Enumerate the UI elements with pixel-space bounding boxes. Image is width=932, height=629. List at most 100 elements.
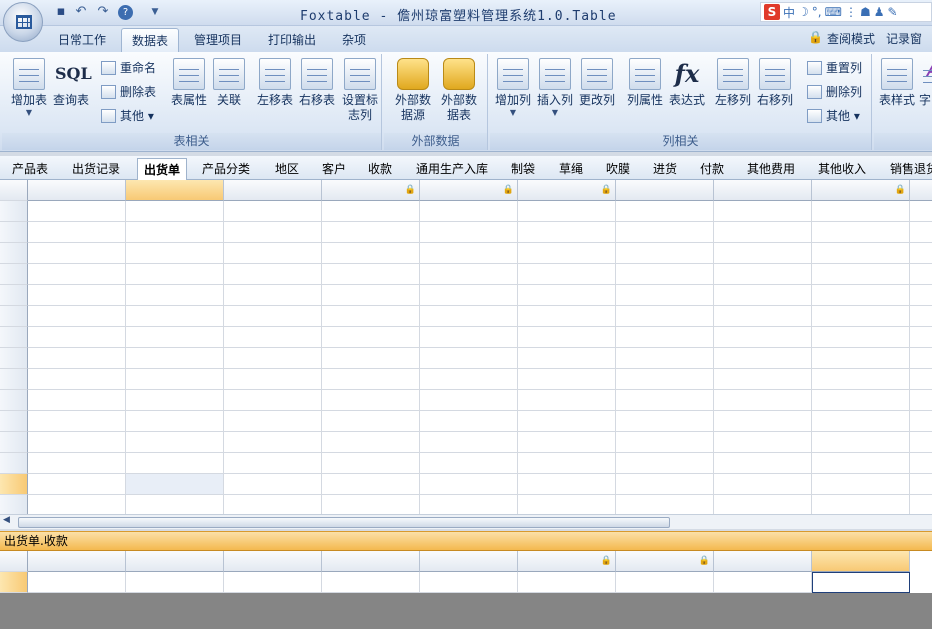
row-number[interactable] [0, 474, 28, 495]
table-cell[interactable] [420, 201, 518, 222]
column-header[interactable] [126, 551, 224, 572]
ime-mode-label[interactable]: 中 [783, 4, 795, 21]
table-cell[interactable] [322, 285, 420, 306]
table-cell[interactable] [420, 285, 518, 306]
table-cell[interactable] [714, 306, 812, 327]
table-cell[interactable] [28, 285, 126, 306]
table-cell[interactable] [812, 369, 910, 390]
table-cell[interactable] [518, 243, 616, 264]
table-cell[interactable] [126, 495, 224, 514]
table-cell[interactable] [518, 369, 616, 390]
table-cell[interactable] [224, 264, 322, 285]
expression-button[interactable]: fx 表达式 [664, 56, 710, 130]
column-header[interactable] [28, 180, 126, 201]
table-cell[interactable] [126, 201, 224, 222]
moon-icon[interactable]: ☽ [798, 5, 809, 19]
column-header[interactable] [224, 551, 322, 572]
table-cell[interactable] [126, 264, 224, 285]
move-column-right-button[interactable]: 右移列 [752, 56, 798, 130]
table-cell[interactable] [714, 390, 812, 411]
table-cell[interactable] [812, 327, 910, 348]
table-cell[interactable] [812, 432, 910, 453]
row-number[interactable] [0, 348, 28, 369]
horizontal-scrollbar[interactable]: ◀ [0, 514, 932, 529]
sub-data-grid[interactable]: 🔒 🔒 [0, 551, 932, 593]
table-cell[interactable] [322, 243, 420, 264]
table-cell[interactable] [910, 306, 932, 327]
sheet-tab-straw-rope[interactable]: 草绳 [559, 158, 583, 180]
table-cell[interactable] [126, 474, 224, 495]
insert-column-button[interactable]: 插入列 ▼ [532, 56, 578, 130]
table-cell[interactable] [126, 348, 224, 369]
table-cell[interactable] [714, 285, 812, 306]
table-style-button[interactable]: 表样式 [874, 56, 920, 130]
column-props-button[interactable]: 列属性 [622, 56, 668, 130]
column-header[interactable] [224, 180, 322, 201]
table-cell[interactable] [224, 411, 322, 432]
table-cell[interactable] [812, 201, 910, 222]
set-flag-col-button[interactable]: 设置标志列 [340, 56, 380, 130]
table-cell[interactable] [910, 327, 932, 348]
customize-qat-icon[interactable]: ▼ [146, 4, 164, 20]
column-header[interactable] [910, 180, 932, 201]
column-header[interactable]: 🔒 [812, 180, 910, 201]
table-cell[interactable] [616, 495, 714, 514]
row-number[interactable] [0, 390, 28, 411]
tab-daily-work[interactable]: 日常工作 [48, 28, 116, 52]
table-cell[interactable] [518, 495, 616, 514]
column-header[interactable] [714, 551, 812, 572]
table-other-button[interactable]: 其他 ▾ [100, 106, 154, 126]
table-cell[interactable] [126, 432, 224, 453]
table-cell[interactable] [224, 243, 322, 264]
table-cell[interactable] [224, 306, 322, 327]
table-cell[interactable] [616, 264, 714, 285]
column-header[interactable] [812, 551, 910, 572]
table-cell[interactable] [224, 327, 322, 348]
external-source-button[interactable]: 外部数据源 [390, 56, 436, 130]
table-cell[interactable] [126, 411, 224, 432]
query-table-button[interactable]: SQL 查询表 [48, 56, 94, 130]
sheet-tab-other-expense[interactable]: 其他费用 [747, 158, 795, 180]
table-cell[interactable] [812, 495, 910, 514]
change-column-button[interactable]: 更改列 [574, 56, 620, 130]
table-cell[interactable] [322, 369, 420, 390]
table-cell[interactable] [616, 474, 714, 495]
sheet-tab-blow-film[interactable]: 吹膜 [606, 158, 630, 180]
table-cell[interactable] [910, 369, 932, 390]
table-cell[interactable] [616, 432, 714, 453]
table-cell[interactable] [28, 390, 126, 411]
table-cell[interactable] [224, 348, 322, 369]
table-cell[interactable] [420, 572, 518, 593]
table-cell[interactable] [126, 327, 224, 348]
table-cell[interactable] [518, 285, 616, 306]
move-table-left-button[interactable]: 左移表 [252, 56, 298, 130]
table-cell[interactable] [616, 327, 714, 348]
table-cell[interactable] [420, 243, 518, 264]
ime-toolbar[interactable]: S 中 ☽ °, ⌨ ⋮ ☗ ♟ ✎ [760, 2, 932, 22]
table-cell[interactable] [616, 390, 714, 411]
move-column-left-button[interactable]: 左移列 [710, 56, 756, 130]
table-cell[interactable] [714, 474, 812, 495]
table-cell[interactable] [910, 495, 932, 514]
scroll-thumb[interactable] [18, 517, 670, 528]
table-cell[interactable] [616, 572, 714, 593]
table-cell[interactable] [420, 453, 518, 474]
table-cell[interactable] [910, 243, 932, 264]
help-icon[interactable]: ? [118, 5, 133, 20]
table-cell[interactable] [616, 348, 714, 369]
table-cell[interactable] [812, 411, 910, 432]
table-cell[interactable] [224, 432, 322, 453]
tab-manage-items[interactable]: 管理项目 [184, 28, 252, 52]
table-cell[interactable] [224, 474, 322, 495]
delete-column-button[interactable]: 删除列 [806, 82, 862, 102]
table-cell[interactable] [126, 572, 224, 593]
sheet-tab-sales-return[interactable]: 销售退货 [890, 158, 932, 180]
column-header[interactable]: 🔒 [518, 551, 616, 572]
view-mode-link[interactable]: 查阅模式 [827, 30, 875, 47]
table-cell[interactable] [910, 390, 932, 411]
table-cell[interactable] [910, 348, 932, 369]
table-cell[interactable] [28, 222, 126, 243]
table-cell[interactable] [28, 474, 126, 495]
wrench-icon[interactable]: ✎ [887, 5, 897, 19]
table-cell[interactable] [518, 572, 616, 593]
